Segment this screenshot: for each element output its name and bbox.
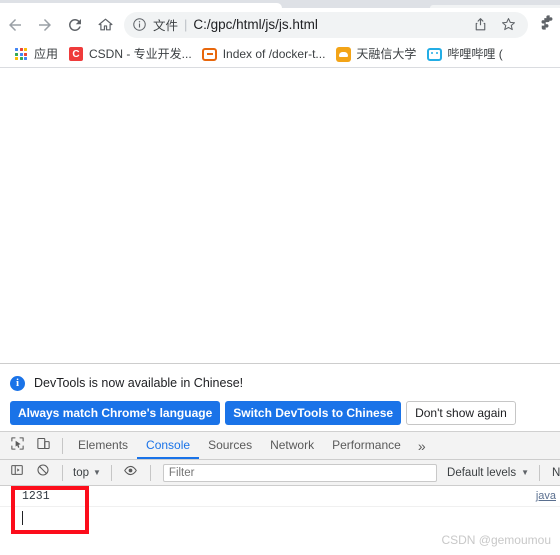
- devtools-panel: i DevTools is now available in Chinese! …: [0, 363, 560, 555]
- execution-context-label: top: [73, 466, 89, 479]
- chevron-down-icon: ▼: [93, 468, 101, 477]
- puzzle-piece-icon: [537, 13, 556, 37]
- watermark: CSDN @gemoumou: [441, 533, 551, 547]
- console-toolbar: top ▼ Default levels ▼ N: [0, 460, 560, 486]
- bookmark-apps[interactable]: 应用: [8, 43, 63, 65]
- sidebar-panel-icon: [10, 463, 24, 482]
- share-button[interactable]: [466, 11, 494, 39]
- more-tabs-button[interactable]: »: [410, 438, 434, 454]
- docker-index-icon: [202, 46, 218, 62]
- console-output[interactable]: 1231 java › CSDN @gemoumou: [0, 486, 560, 553]
- prompt-arrow-icon: ›: [9, 511, 16, 524]
- extensions-button[interactable]: [532, 10, 560, 40]
- console-toolbar-divider-3: [149, 464, 151, 481]
- forward-arrow-icon: [36, 16, 54, 34]
- apps-grid-icon: [13, 46, 29, 62]
- bookmark-label: Index of /docker-t...: [222, 47, 326, 61]
- bookmark-bilibili[interactable]: 哔哩哔哩 (: [421, 43, 507, 65]
- tab-sources[interactable]: Sources: [199, 432, 261, 459]
- chevron-down-icon: ▼: [521, 468, 529, 477]
- forward-button[interactable]: [30, 10, 60, 40]
- inspect-element-button[interactable]: [4, 433, 30, 459]
- cloud-icon: [335, 46, 351, 62]
- always-match-language-button[interactable]: Always match Chrome's language: [10, 401, 221, 425]
- browser-window: 文件 | C:/gpc/html/js/js.html 应用 C CSDN - …: [0, 0, 560, 555]
- url-scheme-label: 文件: [153, 19, 179, 33]
- bookmark-label: 应用: [34, 47, 59, 61]
- browser-toolbar: 文件 | C:/gpc/html/js/js.html: [0, 8, 560, 41]
- tab-console[interactable]: Console: [137, 432, 200, 459]
- console-log-levels-selector[interactable]: Default levels ▼: [443, 467, 533, 479]
- info-icon: i: [10, 375, 25, 391]
- url-separator: |: [184, 17, 188, 32]
- back-arrow-icon: [6, 16, 24, 34]
- bookmarks-bar: 应用 C CSDN - 专业开发... Index of /docker-t..…: [0, 41, 560, 68]
- log-levels-label: Default levels: [447, 466, 517, 479]
- csdn-icon: C: [68, 46, 84, 62]
- reload-button[interactable]: [60, 10, 90, 40]
- console-toolbar-divider-2: [110, 464, 112, 481]
- devtools-tab-bar: Elements Console Sources Network Perform…: [0, 432, 560, 460]
- device-toggle-icon: [36, 436, 51, 456]
- console-log-row[interactable]: 1231 java: [0, 486, 560, 507]
- execution-context-selector[interactable]: top ▼: [69, 467, 105, 479]
- console-log-text: 1231: [22, 489, 50, 503]
- page-viewport[interactable]: [0, 68, 560, 363]
- clear-console-button[interactable]: [30, 460, 56, 485]
- device-toolbar-toggle-button[interactable]: [30, 433, 56, 459]
- live-expression-button[interactable]: [118, 460, 144, 485]
- home-button[interactable]: [90, 10, 120, 40]
- bookmark-label: CSDN - 专业开发...: [89, 47, 192, 61]
- bookmark-star-button[interactable]: [494, 11, 522, 39]
- bilibili-icon: [426, 46, 442, 62]
- home-icon: [97, 16, 114, 33]
- console-log-source-link[interactable]: java: [536, 490, 556, 502]
- back-button[interactable]: [0, 10, 30, 40]
- eye-icon: [123, 463, 138, 483]
- devtools-language-banner: i DevTools is now available in Chinese! …: [0, 364, 560, 432]
- console-toolbar-divider: [62, 464, 63, 481]
- console-toolbar-divider-4: [539, 464, 540, 481]
- inspect-cursor-icon: [10, 436, 25, 456]
- csdn-icon-letter: C: [69, 47, 84, 61]
- issues-button[interactable]: N: [546, 467, 560, 479]
- console-prompt-row[interactable]: ›: [0, 507, 560, 529]
- tab-network[interactable]: Network: [261, 432, 323, 459]
- tab-elements[interactable]: Elements: [69, 432, 137, 459]
- text-caret: [21, 511, 23, 525]
- bookmark-label: 哔哩哔哩 (: [447, 47, 503, 61]
- console-filter-input[interactable]: [162, 463, 438, 482]
- switch-devtools-language-button[interactable]: Switch DevTools to Chinese: [225, 401, 402, 425]
- address-bar[interactable]: 文件 | C:/gpc/html/js/js.html: [124, 11, 528, 39]
- dont-show-again-button[interactable]: Don't show again: [406, 401, 516, 425]
- tab-strip: [0, 0, 560, 8]
- clear-console-icon: [36, 463, 50, 482]
- bookmark-csdn[interactable]: C CSDN - 专业开发...: [63, 43, 197, 65]
- url-text[interactable]: C:/gpc/html/js/js.html: [193, 17, 466, 32]
- bookmark-tianrongxin[interactable]: 天融信大学: [330, 43, 421, 65]
- bookmark-label: 天融信大学: [356, 47, 417, 61]
- toolbar-divider: [62, 437, 63, 454]
- reload-icon: [66, 16, 84, 34]
- console-sidebar-toggle-button[interactable]: [4, 460, 30, 485]
- banner-message: DevTools is now available in Chinese!: [34, 376, 244, 390]
- info-circle-icon[interactable]: [132, 17, 147, 32]
- bookmark-docker-index[interactable]: Index of /docker-t...: [197, 43, 331, 65]
- tab-performance[interactable]: Performance: [323, 432, 410, 459]
